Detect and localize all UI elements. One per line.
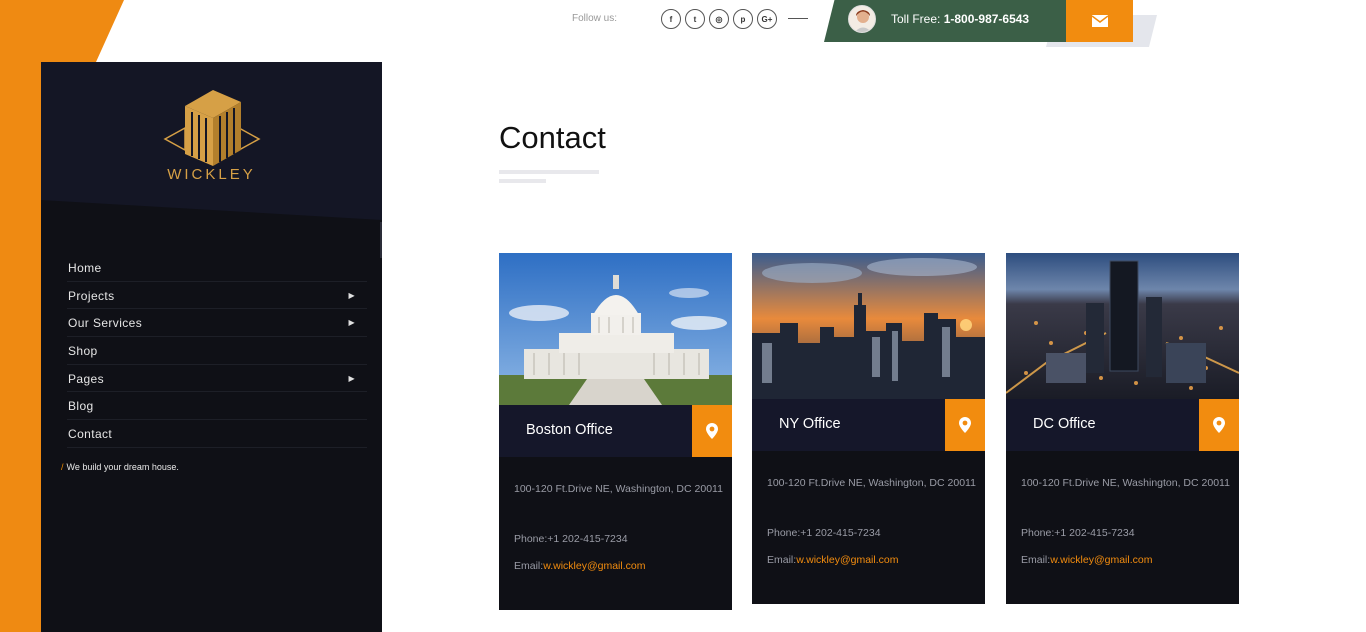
- office-name: Boston Office: [526, 422, 613, 438]
- logo-text: WICKLEY: [167, 166, 256, 183]
- city-night-aerial-image: [1006, 253, 1239, 399]
- envelope-icon: [1091, 15, 1108, 27]
- map-pin-button[interactable]: [1199, 399, 1239, 451]
- toll-free-label: Toll Free:: [891, 12, 941, 26]
- email-label: Email:: [514, 560, 544, 572]
- office-email: Email:w.wickley@gmail.com: [767, 552, 977, 569]
- office-card-header: Boston Office: [499, 405, 732, 457]
- office-address: 100-120 Ft.Drive NE, Washington, DC 2001…: [1021, 477, 1230, 489]
- topbar-divider: [788, 18, 808, 19]
- office-card: NY Office 100-120 Ft.Drive NE, Washingto…: [752, 253, 985, 604]
- sidebar-item-label: Shop: [68, 344, 98, 359]
- office-phone: Phone:+1 202-415-7234: [1021, 525, 1231, 542]
- sidebar-item-label: Pages: [68, 371, 105, 386]
- toll-free: Toll Free: 1-800-987-6543: [891, 12, 1029, 26]
- tagline: / We build your dream house.: [61, 462, 179, 472]
- support-avatar: [848, 5, 876, 33]
- office-phone: Phone:+1 202-415-7234: [514, 531, 724, 548]
- capitol-building-image: [499, 253, 732, 405]
- office-card: DC Office 100-120 Ft.Drive NE, Washingto…: [1006, 253, 1239, 604]
- email-label: Email:: [1021, 554, 1051, 566]
- email-link[interactable]: w.wickley@gmail.com: [1050, 554, 1152, 566]
- sidebar-item-home[interactable]: Home: [67, 254, 367, 282]
- sidebar-item-shop[interactable]: Shop: [67, 337, 367, 365]
- facebook-icon[interactable]: f: [661, 9, 681, 29]
- map-pin-icon: [1213, 417, 1225, 433]
- phone-number[interactable]: +1 202-415-7234: [547, 533, 627, 545]
- sidebar-item-label: Blog: [68, 399, 94, 414]
- sidebar-item-blog[interactable]: Blog: [67, 392, 367, 421]
- google-plus-icon[interactable]: G+: [757, 9, 777, 29]
- sidebar-nav: Home Projects ▶ Our Services ▶ Shop Pages ▶ Blog…: [67, 254, 367, 448]
- sidebar: WICKLEY Home Projects ▶ Our Services ▶ Shop Pa…: [41, 62, 382, 632]
- phone-number[interactable]: +1 202-415-7234: [1054, 527, 1134, 539]
- sidebar-item-label: Contact: [68, 427, 113, 442]
- ny-skyline-image: [752, 253, 985, 399]
- toll-free-number[interactable]: 1-800-987-6543: [944, 12, 1029, 26]
- office-address: 100-120 Ft.Drive NE, Washington, DC 2001…: [514, 483, 723, 495]
- chevron-right-icon[interactable]: ▶: [348, 309, 355, 337]
- phone-number[interactable]: +1 202-415-7234: [800, 527, 880, 539]
- map-pin-icon: [959, 417, 971, 433]
- chevron-right-icon[interactable]: ▶: [348, 282, 355, 310]
- office-card-header: DC Office: [1006, 399, 1239, 451]
- office-card: Boston Office 100-120 Ft.Drive NE, Washi…: [499, 253, 732, 610]
- sidebar-item-our-services[interactable]: Our Services ▶: [67, 309, 367, 338]
- phone-label: Phone:: [514, 533, 548, 545]
- office-phone: Phone:+1 202-415-7234: [767, 525, 977, 542]
- tagline-text: We build your dream house.: [66, 462, 179, 472]
- page: { "brand": { "name": "WICKLEY", "tagline…: [0, 0, 1366, 632]
- page-title: Contact: [499, 120, 606, 155]
- title-underline: [499, 170, 599, 174]
- sidebar-item-label: Home: [68, 261, 102, 275]
- sidebar-item-label: Projects: [68, 288, 115, 303]
- follow-us-label: Follow us:: [572, 13, 618, 24]
- map-pin-button[interactable]: [945, 399, 985, 451]
- phone-label: Phone:: [767, 527, 801, 539]
- map-pin-button[interactable]: [692, 405, 732, 457]
- office-name: NY Office: [779, 416, 841, 432]
- sidebar-item-projects[interactable]: Projects ▶: [67, 282, 367, 310]
- mail-button[interactable]: [1066, 0, 1133, 42]
- sidebar-item-label: Our Services: [68, 316, 143, 331]
- office-email: Email:w.wickley@gmail.com: [1021, 552, 1231, 569]
- office-email: Email:w.wickley@gmail.com: [514, 558, 724, 575]
- office-name: DC Office: [1033, 416, 1096, 432]
- map-pin-icon: [706, 423, 718, 439]
- office-card-header: NY Office: [752, 399, 985, 451]
- phone-label: Phone:: [1021, 527, 1055, 539]
- email-label: Email:: [767, 554, 797, 566]
- sidebar-item-pages[interactable]: Pages ▶: [67, 365, 367, 393]
- sidebar-item-contact[interactable]: Contact: [67, 420, 367, 448]
- social-links: f t ◎ p G+: [661, 9, 777, 29]
- email-link[interactable]: w.wickley@gmail.com: [543, 560, 645, 572]
- office-address: 100-120 Ft.Drive NE, Washington, DC 2001…: [767, 477, 976, 489]
- title-underline-short: [499, 179, 546, 183]
- tagline-slash: /: [61, 462, 64, 472]
- email-link[interactable]: w.wickley@gmail.com: [796, 554, 898, 566]
- pinterest-icon[interactable]: p: [733, 9, 753, 29]
- twitter-icon[interactable]: t: [685, 9, 705, 29]
- instagram-icon[interactable]: ◎: [709, 9, 729, 29]
- chevron-right-icon[interactable]: ▶: [348, 365, 355, 393]
